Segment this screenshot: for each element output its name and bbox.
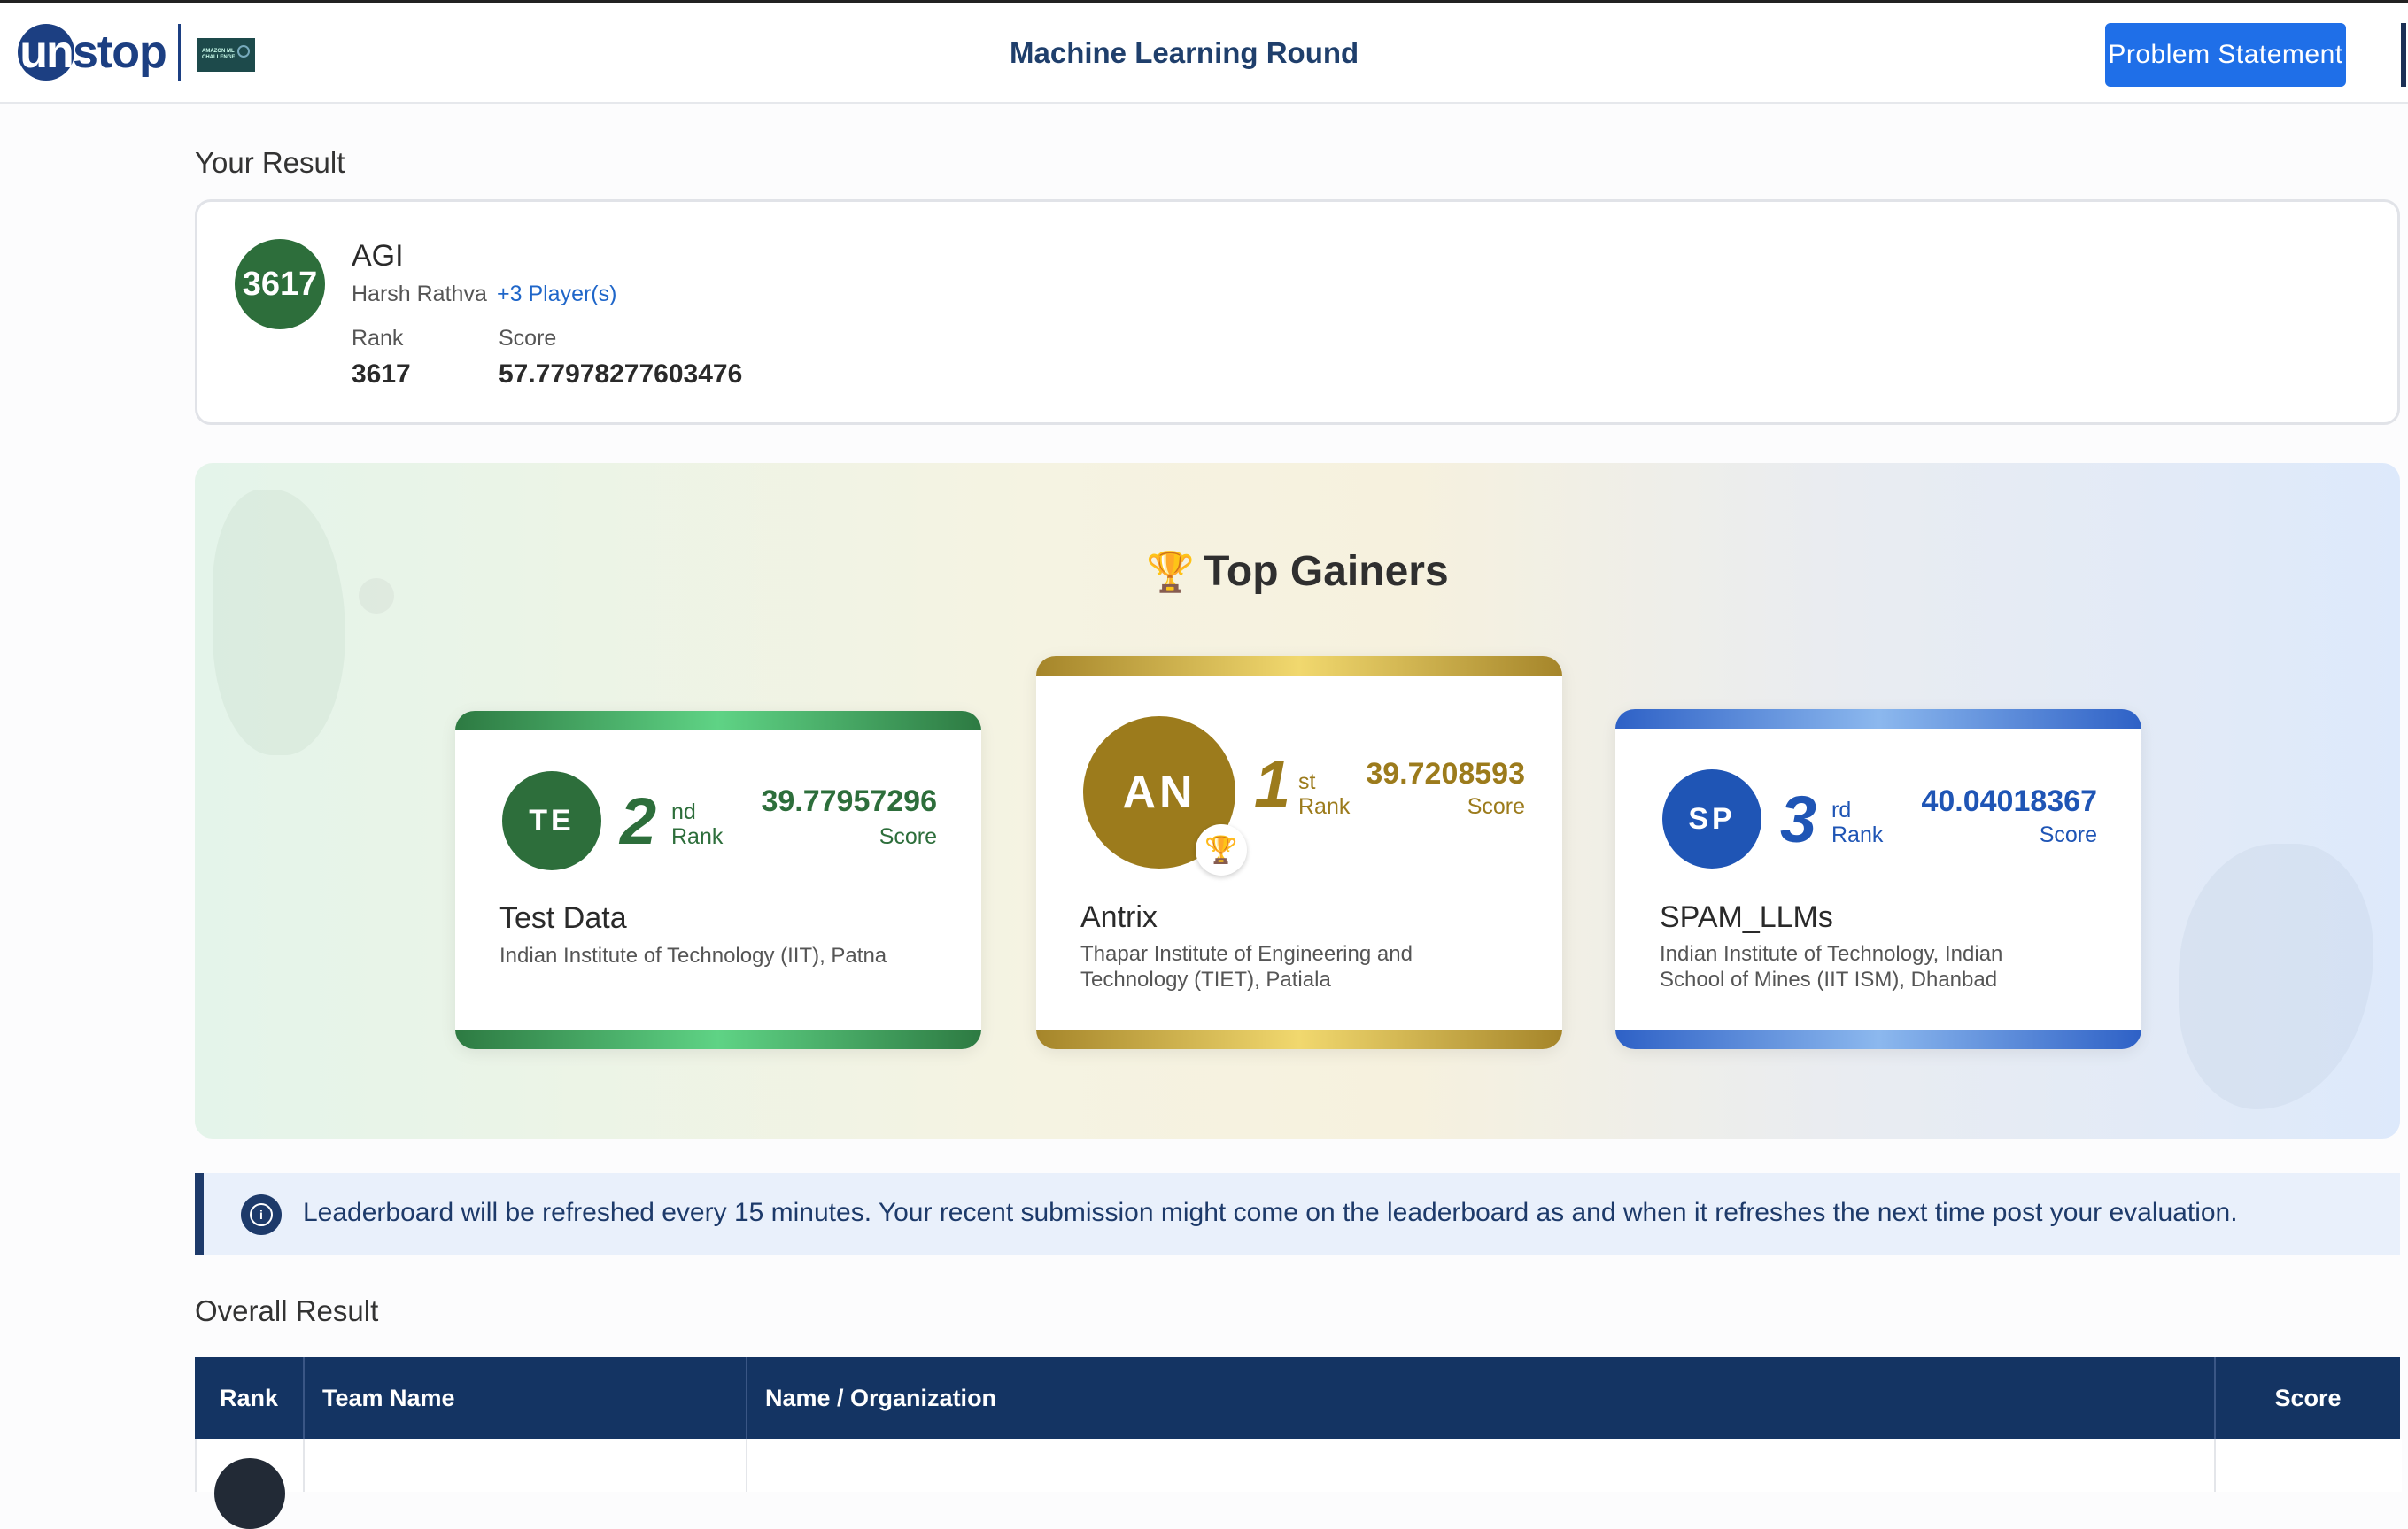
info-text: Leaderboard will be refreshed every 15 m…	[303, 1198, 2238, 1227]
score-value: 40.04018367	[1921, 784, 2097, 818]
column-divider	[746, 1357, 747, 1439]
organization-line-1: Indian Institute of Technology, Indian	[1660, 942, 2003, 966]
rank-label: Rank	[1298, 794, 1351, 819]
card-top-strip	[455, 711, 981, 730]
your-result-card: 3617 AGI Harsh Rathva +3 Player(s) Rank …	[195, 199, 2400, 425]
rank-number: 2	[620, 784, 657, 858]
more-players-link[interactable]: +3 Player(s)	[497, 282, 616, 307]
score-value: 39.77957296	[761, 784, 937, 818]
leaderboard-info-banner: i Leaderboard will be refreshed every 15…	[195, 1173, 2400, 1255]
team-avatar: TE	[502, 771, 601, 870]
table-row[interactable]	[195, 1439, 2402, 1529]
score-value: 39.7208593	[1366, 757, 1525, 791]
gainer-card-2nd[interactable]: TE 2 nd Rank 39.77957296 Score Test Data…	[455, 711, 981, 1049]
top-gainers-title-text: Top Gainers	[1204, 548, 1449, 595]
organization: Indian Institute of Technology (IIT), Pa…	[499, 944, 887, 968]
partner-logo: AMAZON ML CHALLENGE	[197, 38, 255, 72]
card-bottom-strip	[455, 1030, 981, 1049]
rank-number: 1	[1254, 747, 1291, 821]
team-name: Antrix	[1080, 900, 1158, 934]
team-avatar: SP	[1662, 769, 1761, 869]
rank-suffix: rd	[1831, 798, 1852, 822]
rank-suffix: st	[1298, 769, 1316, 794]
leaderboard-table-header: Rank Team Name Name / Organization Score	[195, 1357, 2400, 1439]
card-bottom-strip	[1615, 1030, 2141, 1049]
card-top-strip	[1615, 709, 2141, 729]
score-label: Score	[1467, 794, 1525, 819]
problem-statement-button[interactable]: Problem Statement	[2105, 23, 2346, 87]
gainer-card-1st[interactable]: AN 🏆 1 st Rank 39.7208593 Score Antrix T…	[1036, 656, 1562, 1049]
card-bottom-strip	[1036, 1030, 1562, 1049]
organization-line-1: Thapar Institute of Engineering and	[1080, 942, 1413, 966]
score-label: Score	[2039, 822, 2097, 847]
info-icon: i	[241, 1194, 282, 1235]
column-header-organization[interactable]: Name / Organization	[765, 1357, 1651, 1439]
trophy-badge-icon: 🏆	[1196, 824, 1247, 876]
logo-text: stop	[73, 27, 167, 78]
partner-logo-mark	[237, 45, 250, 58]
gainer-card-3rd[interactable]: SP 3 rd Rank 40.04018367 Score SPAM_LLMs…	[1615, 709, 2141, 1049]
avatar	[214, 1458, 285, 1529]
score-value: 57.77978277603476	[499, 359, 743, 389]
top-gainers-banner: 🏆 Top Gainers TE 2 nd Rank 39.77957296 Sc…	[195, 463, 2400, 1139]
team-rank-avatar: 3617	[235, 239, 325, 329]
rank-label: Rank	[352, 326, 404, 351]
confetti-decoration	[213, 490, 345, 755]
logo-divider	[178, 24, 181, 81]
rank-number: 3	[1780, 783, 1817, 856]
column-header-rank[interactable]: Rank	[195, 1357, 303, 1439]
overall-result-heading: Overall Result	[195, 1294, 379, 1327]
rank-value: 3617	[352, 359, 411, 389]
rank-label: Rank	[1831, 822, 1884, 847]
team-name: SPAM_LLMs	[1660, 900, 1833, 934]
unstop-logo[interactable]: un stop	[18, 22, 167, 82]
confetti-decoration	[2179, 844, 2373, 1109]
organization-line-2: Technology (TIET), Patiala	[1080, 968, 1331, 992]
edge-button[interactable]	[2401, 23, 2406, 87]
page-title: Machine Learning Round	[1010, 36, 1359, 69]
column-divider	[303, 1357, 305, 1439]
row-divider	[303, 1439, 305, 1492]
top-gainers-title: 🏆 Top Gainers	[195, 547, 2400, 596]
app-header: un stop AMAZON ML CHALLENGE Machine Lear…	[0, 3, 2408, 104]
column-header-team-name[interactable]: Team Name	[322, 1357, 739, 1439]
team-member: Harsh Rathva	[352, 282, 487, 306]
organization-line-2: School of Mines (IIT ISM), Dhanbad	[1660, 968, 1998, 992]
card-top-strip	[1036, 656, 1562, 676]
column-header-score[interactable]: Score	[2216, 1357, 2400, 1439]
team-name: Test Data	[499, 901, 627, 935]
rank-label: Rank	[671, 824, 724, 849]
trophy-icon: 🏆	[1146, 551, 1196, 594]
row-divider	[2214, 1439, 2216, 1492]
score-label: Score	[879, 824, 937, 849]
rank-suffix: nd	[671, 799, 696, 824]
row-divider	[746, 1439, 747, 1492]
your-result-heading: Your Result	[195, 146, 345, 179]
score-label: Score	[499, 326, 557, 351]
team-name: AGI	[352, 239, 404, 273]
logo-mark: un	[18, 24, 74, 81]
